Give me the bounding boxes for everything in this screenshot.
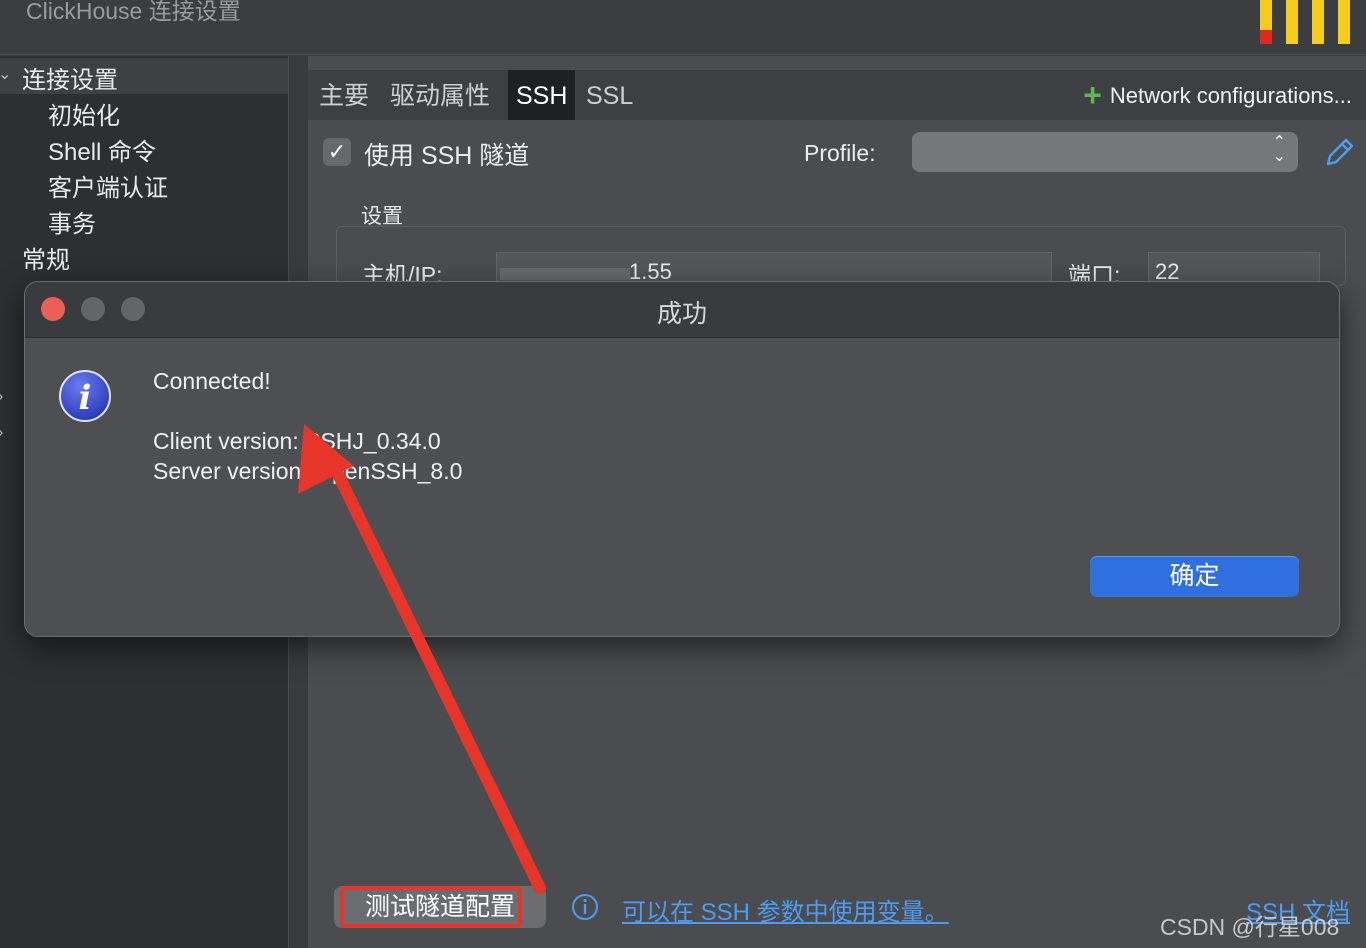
- highlight-outline: [340, 886, 522, 928]
- use-ssh-tunnel-label: 使用 SSH 隧道: [364, 142, 530, 170]
- use-ssh-tunnel-checkbox[interactable]: ✓: [323, 138, 351, 166]
- tab-driver-properties[interactable]: 驱动属性: [382, 70, 498, 120]
- ssh-variables-link[interactable]: 可以在 SSH 参数中使用变量。: [622, 892, 949, 927]
- info-icon: i: [59, 370, 111, 422]
- select-arrows-icon: ⌃ ⌄: [1272, 134, 1286, 165]
- sidebar-item-client-auth[interactable]: 客户端认证: [48, 168, 168, 203]
- plus-icon: +: [1083, 77, 1102, 113]
- sidebar-item-transactions[interactable]: 事务: [48, 204, 96, 239]
- sidebar-item-general[interactable]: 常规: [22, 240, 70, 275]
- profile-label: Profile:: [804, 140, 876, 166]
- success-dialog: 成功 i Connected! Client version: SSHJ_0.3…: [24, 281, 1340, 637]
- chevron-down-icon[interactable]: ⌄: [0, 64, 11, 84]
- dialog-message-client-version: Client version: SSHJ_0.34.0: [153, 428, 441, 454]
- window-title: ClickHouse 连接设置: [26, 0, 241, 24]
- info-circle-icon: [572, 894, 598, 920]
- clickhouse-logo: [1260, 0, 1350, 44]
- window-header: ClickHouse 连接设置: [0, 0, 1366, 55]
- sidebar-item-shell-commands[interactable]: Shell 命令: [48, 132, 156, 167]
- chevron-right-icon[interactable]: ›: [0, 388, 3, 406]
- dialog-message-status: Connected!: [153, 368, 271, 394]
- network-configurations-label: Network configurations...: [1109, 83, 1352, 108]
- ok-button[interactable]: 确定: [1090, 556, 1299, 597]
- dialog-message-server-version: Server version: OpenSSH_8.0: [153, 458, 463, 484]
- sidebar-item-init[interactable]: 初始化: [48, 96, 120, 131]
- tab-ssh[interactable]: SSH: [508, 70, 576, 120]
- tab-main[interactable]: 主要: [311, 70, 377, 120]
- chevron-right-icon[interactable]: ›: [0, 424, 3, 442]
- dialog-titlebar: 成功: [25, 282, 1339, 338]
- pencil-edit-icon[interactable]: [1322, 136, 1356, 170]
- network-configurations-button[interactable]: + Network configurations...: [1083, 70, 1352, 120]
- profile-select[interactable]: ⌃ ⌄: [912, 132, 1298, 172]
- dialog-title: 成功: [656, 300, 707, 328]
- redaction-mask: [500, 268, 630, 280]
- settings-tabbar: 主要 驱动属性 SSH SSL + Network configurations.…: [308, 70, 1366, 120]
- tab-ssl[interactable]: SSL: [578, 70, 641, 120]
- svg-text:i: i: [79, 378, 92, 418]
- watermark: CSDN @行星008: [1160, 914, 1340, 940]
- sidebar-item-connection-settings[interactable]: 连接设置: [22, 60, 118, 95]
